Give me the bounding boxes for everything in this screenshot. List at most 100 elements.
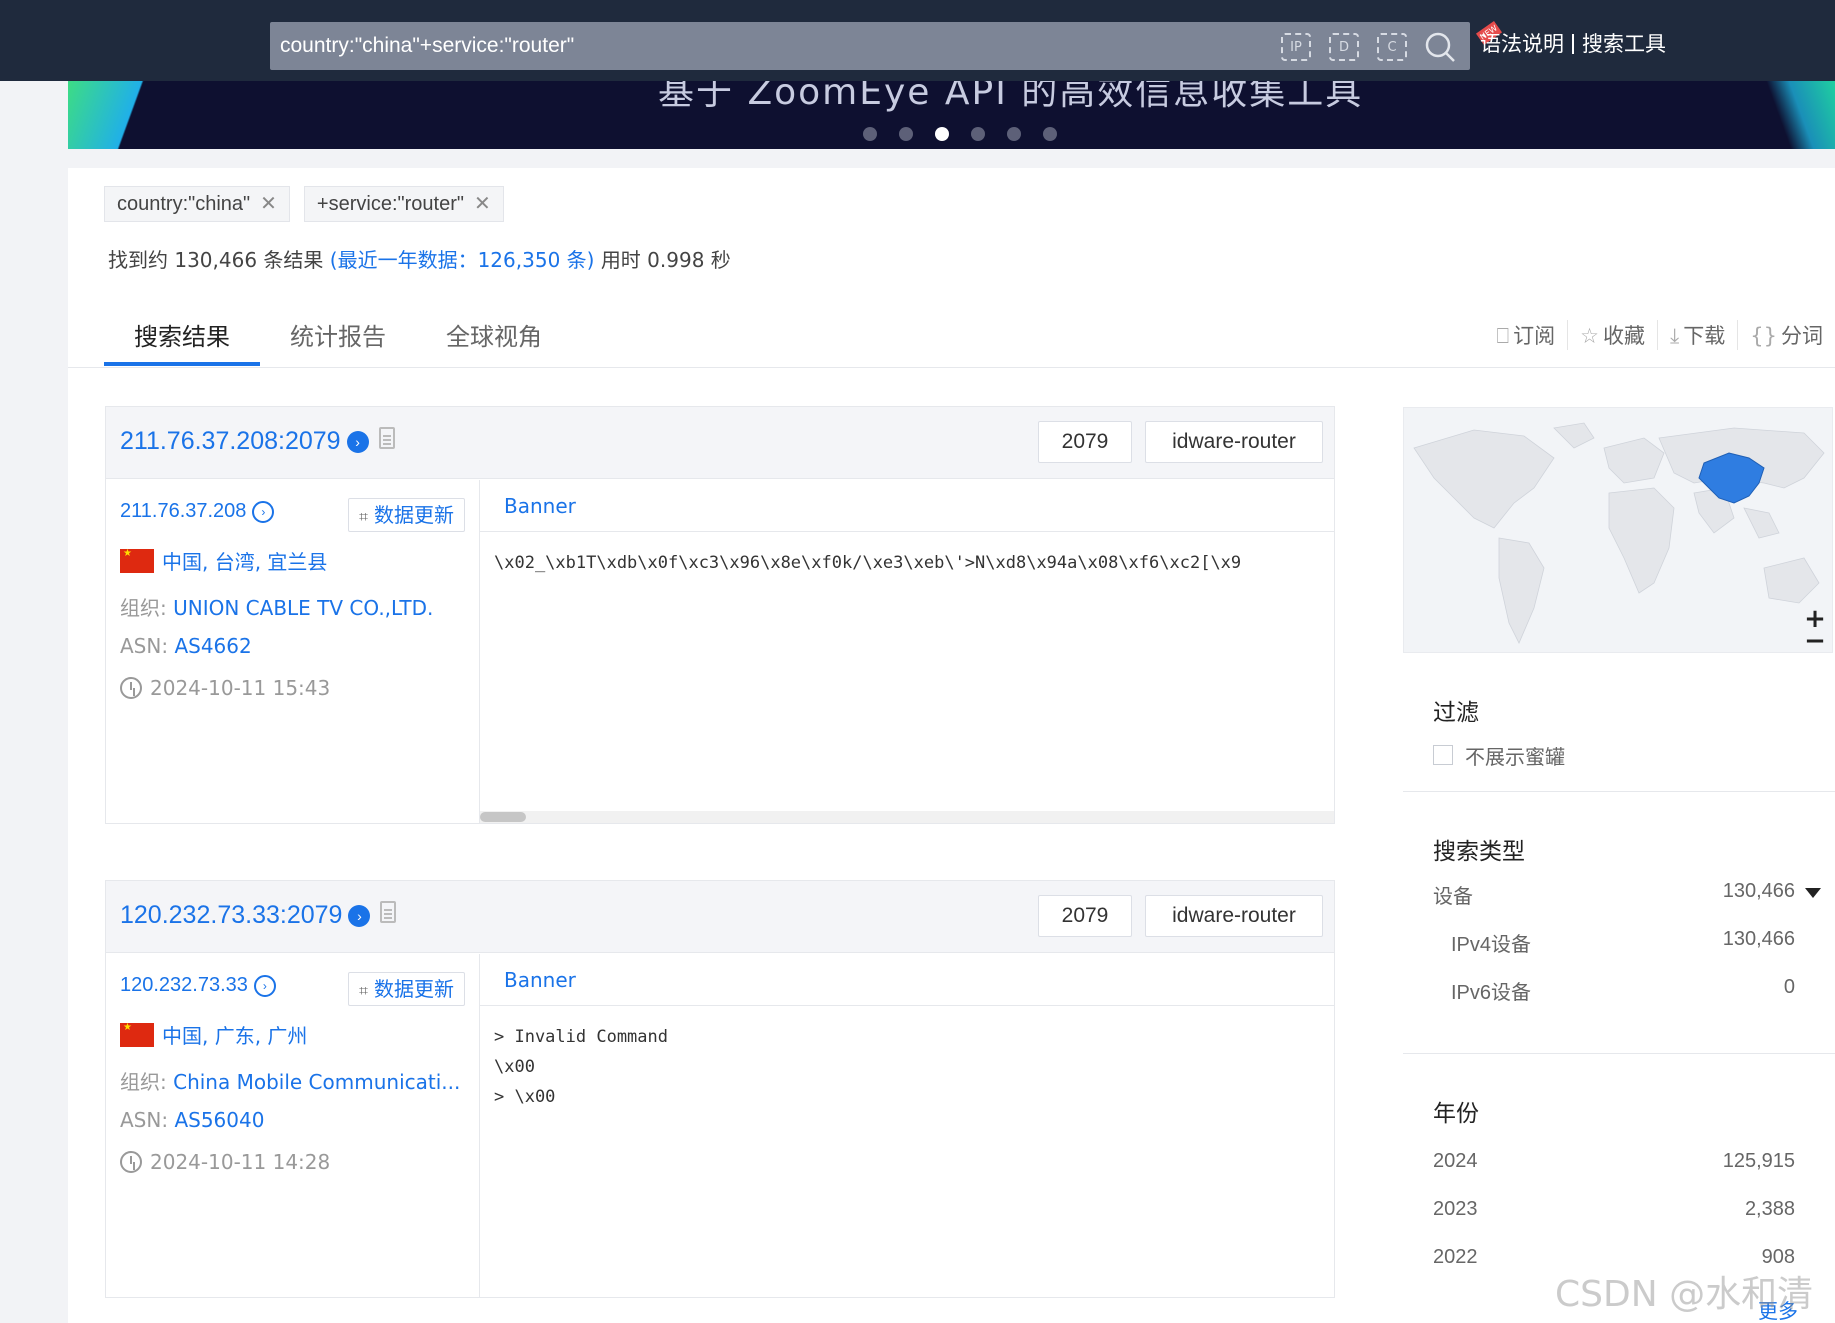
asn: ASN: AS4662 — [120, 634, 252, 658]
tab-search-results[interactable]: 搜索结果 — [104, 316, 260, 366]
year-2022[interactable]: 2022 — [1433, 1246, 1478, 1269]
service-badge[interactable]: idware-router — [1145, 421, 1323, 463]
arrow-circle-icon[interactable]: › — [252, 501, 275, 523]
asn-value[interactable]: AS56040 — [174, 1108, 264, 1132]
bookmark-icon: ⎕ — [1496, 324, 1510, 348]
cert-icon[interactable]: C — [1377, 33, 1407, 61]
update-data-button[interactable]: ⌗ 数据更新 — [347, 972, 465, 1006]
asn-value[interactable]: AS4662 — [174, 634, 251, 658]
location-text[interactable]: 中国, 广东, 广州 — [162, 1024, 307, 1048]
timestamp: 2024-10-11 15:43 — [120, 676, 330, 700]
chevron-right-icon[interactable]: › — [346, 431, 369, 453]
close-icon[interactable]: ✕ — [260, 193, 277, 215]
year-title: 年份 — [1433, 1101, 1479, 1127]
ip-text[interactable]: 120.232.73.33 — [120, 974, 248, 996]
carousel-dots — [863, 126, 1079, 145]
ip-link[interactable]: 211.76.37.208 › — [120, 500, 275, 523]
location[interactable]: 中国, 广东, 广州 — [120, 1020, 307, 1049]
query-time: 用时 0.998 秒 — [600, 248, 731, 272]
arrow-circle-icon[interactable]: › — [253, 975, 276, 997]
filter-tag[interactable]: country:"china" ✕ — [104, 186, 290, 222]
search-type-ipv4-count: 130,466 — [1722, 928, 1795, 950]
result-title[interactable]: 211.76.37.208:2079 › — [120, 427, 395, 456]
year-2024[interactable]: 2024 — [1433, 1150, 1478, 1173]
org-value[interactable]: UNION CABLE TV CO.,LTD. — [173, 596, 433, 620]
year-2023[interactable]: 2023 — [1433, 1198, 1478, 1221]
update-data-button[interactable]: ⌗ 数据更新 — [347, 498, 465, 532]
horizontal-scrollbar[interactable] — [480, 811, 1334, 823]
port-badge[interactable]: 2079 — [1038, 895, 1132, 937]
filter-tags: country:"china" ✕ +service:"router" ✕ — [104, 186, 518, 222]
banner-content: \x02_\xb1T\xdb\x0f\xc3\x96\x8e\xf0k/\xe3… — [494, 553, 1242, 573]
filter-tag[interactable]: +service:"router" ✕ — [303, 186, 504, 222]
org-label: 组织: — [120, 596, 167, 620]
tab-banner[interactable]: Banner — [504, 968, 576, 992]
world-map[interactable]: + − — [1403, 407, 1833, 653]
document-icon[interactable] — [378, 427, 395, 449]
chevron-right-icon[interactable]: › — [348, 905, 371, 927]
timestamp: 2024-10-11 14:28 — [120, 1150, 330, 1174]
caret-down-icon[interactable] — [1805, 888, 1821, 898]
tab-global-view[interactable]: 全球视角 — [416, 316, 572, 366]
zoom-out-button[interactable]: − — [1802, 628, 1828, 652]
update-data-label: 数据更新 — [374, 503, 454, 527]
download-button[interactable]: ⤓ 下载 — [1656, 320, 1737, 350]
result-title-text[interactable]: 211.76.37.208:2079 — [120, 427, 341, 455]
ip-icon[interactable]: IP — [1281, 33, 1311, 61]
clock-icon — [120, 1151, 142, 1173]
close-icon[interactable]: ✕ — [474, 193, 491, 215]
org-value[interactable]: China Mobile Communicati... — [173, 1070, 460, 1094]
promo-banner[interactable]: 基于 ZoomEye API 的高效信息收集工具 — [68, 81, 1835, 149]
result-title-text[interactable]: 120.232.73.33:2079 — [120, 901, 342, 929]
braces-icon: {} — [1750, 324, 1777, 348]
tab-banner[interactable]: Banner — [504, 494, 576, 518]
result-count: 找到约 130,466 条结果 — [108, 248, 324, 272]
syntax-link[interactable]: 语法说明 — [1480, 32, 1564, 56]
search-icon[interactable] — [1424, 31, 1456, 63]
carousel-dot[interactable] — [1043, 127, 1057, 141]
location-text[interactable]: 中国, 台湾, 宜兰县 — [162, 550, 327, 574]
asn-label: ASN: — [120, 1108, 169, 1132]
carousel-dot-active[interactable] — [935, 127, 949, 141]
carousel-dot[interactable] — [1007, 127, 1021, 141]
result-summary: 找到约 130,466 条结果 (最近一年数据：126,350 条) 用时 0.… — [108, 244, 731, 273]
timestamp-text: 2024-10-11 14:28 — [150, 1150, 331, 1174]
favorite-button[interactable]: ☆ 收藏 — [1567, 320, 1657, 350]
tab-stats-report[interactable]: 统计报告 — [260, 316, 416, 366]
timestamp-text: 2024-10-11 15:43 — [150, 676, 331, 700]
star-icon: ☆ — [1580, 324, 1599, 348]
recent-year-count[interactable]: (最近一年数据：126,350 条) — [330, 248, 595, 272]
tokenize-button[interactable]: {} 分词 — [1737, 320, 1835, 350]
ip-text[interactable]: 211.76.37.208 — [120, 500, 246, 522]
result-info: 120.232.73.33› ⌗ 数据更新 中国, 广东, 广州 组织: Chin… — [106, 954, 480, 1297]
divider — [68, 367, 1835, 368]
download-icon: ⤓ — [1669, 324, 1680, 348]
domain-icon[interactable]: D — [1329, 33, 1359, 61]
honeypot-checkbox[interactable] — [1433, 745, 1453, 765]
banner-panel: Banner > Invalid Command \x00 > \x00 — [480, 954, 1334, 1297]
carousel-dot[interactable] — [971, 127, 985, 141]
carousel-dot[interactable] — [899, 127, 913, 141]
asn: ASN: AS56040 — [120, 1108, 264, 1132]
location[interactable]: 中国, 台湾, 宜兰县 — [120, 546, 327, 575]
top-nav-bar: IP D C NEW 语法说明搜索工具 — [0, 0, 1835, 81]
search-input[interactable] — [280, 22, 1280, 70]
port-badge[interactable]: 2079 — [1038, 421, 1132, 463]
search-type-ipv6[interactable]: IPv6设备 — [1451, 976, 1531, 1005]
ip-link[interactable]: 120.232.73.33 › — [120, 974, 276, 997]
update-data-label: 数据更新 — [374, 977, 454, 1001]
tools-link[interactable]: 搜索工具 — [1582, 32, 1666, 56]
scrollbar-thumb[interactable] — [480, 812, 526, 822]
search-type-ipv4[interactable]: IPv4设备 — [1451, 928, 1531, 957]
scan-icon: ⌗ — [358, 507, 368, 526]
banner-panel: Banner \x02_\xb1T\xdb\x0f\xc3\x96\x8e\xf… — [480, 480, 1334, 823]
result-title[interactable]: 120.232.73.33:2079 › — [120, 901, 397, 930]
carousel-dot[interactable] — [863, 127, 877, 141]
document-icon[interactable] — [380, 901, 397, 923]
service-badge[interactable]: idware-router — [1145, 895, 1323, 937]
banner-decoration-right — [1745, 81, 1835, 149]
search-type-device[interactable]: 设备 — [1433, 880, 1473, 909]
watermark: CSDN @水和清清 — [1555, 1274, 1814, 1315]
honeypot-label[interactable]: 不展示蜜罐 — [1465, 741, 1565, 770]
subscribe-button[interactable]: ⎕ 订阅 — [1485, 320, 1568, 350]
